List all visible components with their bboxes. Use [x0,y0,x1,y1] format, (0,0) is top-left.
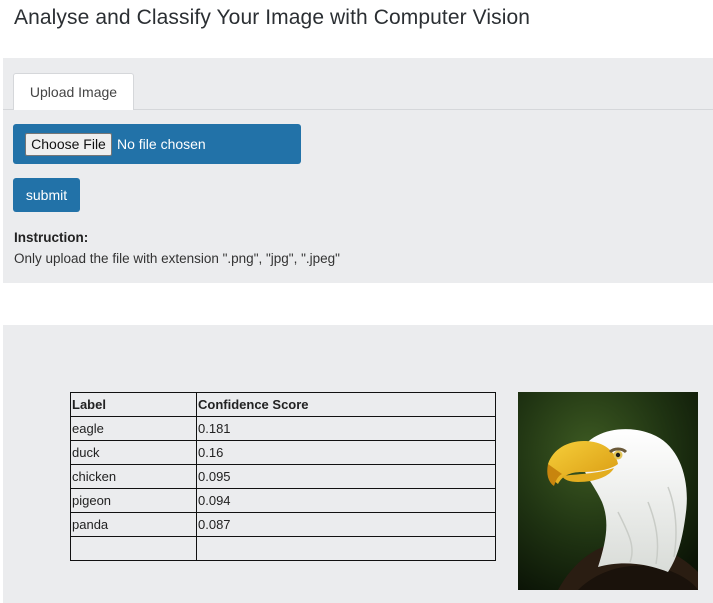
results-table: Label Confidence Score eagle 0.181 duck … [70,392,496,561]
column-header-score: Confidence Score [196,392,496,417]
table-header-row: Label Confidence Score [70,392,496,417]
row-score: 0.087 [196,512,496,537]
empty-cell [70,536,197,561]
row-label: pigeon [70,488,197,513]
row-label: chicken [70,464,197,489]
instruction-text: Only upload the file with extension ".pn… [14,251,340,266]
instruction-heading: Instruction: [14,230,89,245]
uploaded-image [518,392,698,590]
upload-panel: Upload Image Choose File No file chosen … [3,58,713,283]
row-score: 0.181 [196,416,496,441]
row-score: 0.094 [196,488,496,513]
bald-eagle-image [518,392,698,590]
row-label: panda [70,512,197,537]
column-header-label: Label [70,392,197,417]
table-row: panda 0.087 [70,512,496,537]
file-status-text: No file chosen [117,136,206,152]
table-row: pigeon 0.094 [70,488,496,513]
table-empty-row [70,536,496,561]
empty-cell [196,536,496,561]
table-row: duck 0.16 [70,440,496,465]
row-label: eagle [70,416,197,441]
row-score: 0.095 [196,464,496,489]
table-row: chicken 0.095 [70,464,496,489]
tab-upload-image[interactable]: Upload Image [13,73,134,110]
submit-button[interactable]: submit [13,178,80,212]
row-label: duck [70,440,197,465]
choose-file-button[interactable]: Choose File [25,133,112,156]
page-title: Analyse and Classify Your Image with Com… [14,6,531,29]
row-score: 0.16 [196,440,496,465]
table-row: eagle 0.181 [70,416,496,441]
results-panel: Label Confidence Score eagle 0.181 duck … [3,325,713,603]
file-input[interactable]: Choose File No file chosen [13,124,301,164]
